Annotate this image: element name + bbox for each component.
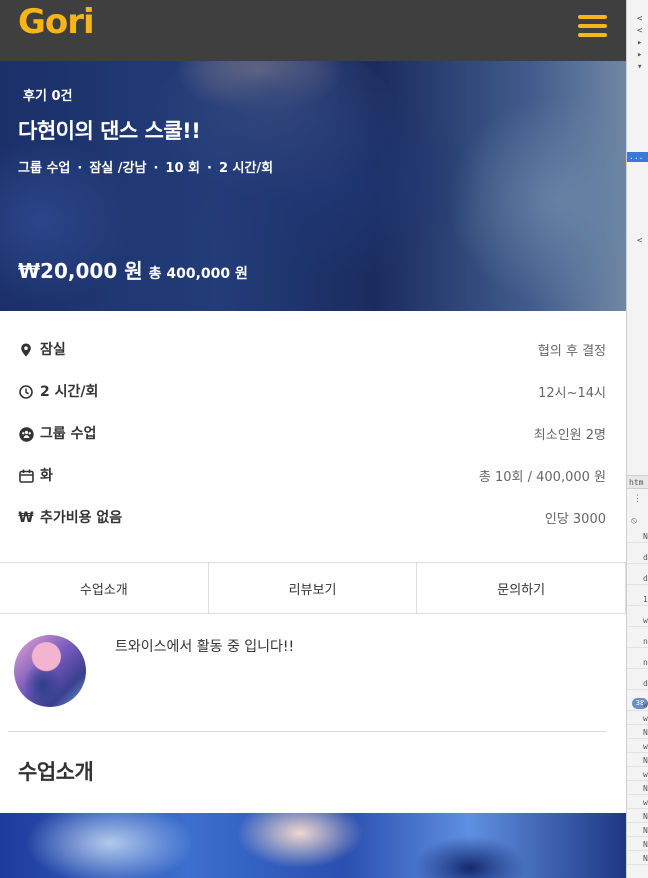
console-line: w — [627, 713, 648, 725]
logo[interactable]: Gori — [18, 2, 95, 42]
info-label: 2 시간/회 — [40, 384, 99, 400]
console-line: w — [627, 769, 648, 781]
info-value: 인당 3000 — [544, 512, 606, 527]
teacher-profile: 트와이스에서 활동 중 입니다!! — [0, 614, 626, 732]
group-icon — [18, 426, 34, 442]
info-value: 총 10회 / 400,000 원 — [478, 470, 606, 485]
console-line: w — [627, 615, 648, 627]
console-line: N — [627, 825, 648, 837]
price-total: 총 400,000 원 — [148, 266, 248, 282]
console-line: N — [627, 839, 648, 851]
console-line: w — [627, 699, 648, 711]
class-type: 그룹 수업 — [18, 161, 71, 176]
class-info-list: 잠실 협의 후 결정 2 시간/회 12시~14시 그룹 수업 최소인원 2명 … — [0, 311, 626, 562]
section-title: 수업소개 — [18, 760, 94, 784]
console-line: n — [627, 636, 648, 648]
info-value: 협의 후 결정 — [537, 344, 606, 359]
info-label: 화 — [40, 468, 53, 484]
console-line: N — [627, 811, 648, 823]
tab-reviews[interactable]: 리뷰보기 — [209, 563, 418, 613]
class-intro-photo — [0, 813, 626, 878]
hamburger-menu-button[interactable] — [578, 15, 607, 39]
console-line: N — [627, 755, 648, 767]
won-icon: ₩ — [18, 510, 34, 526]
clock-icon — [18, 384, 34, 400]
info-value: 12시~14시 — [538, 386, 606, 401]
console-line: d — [627, 678, 648, 690]
mobile-page: Gori 후기 0건 다현이의 댄스 스쿨!! 그룹 수업 · 잠실 /강남 · 10 … — [0, 0, 626, 878]
teacher-description: 트와이스에서 활동 중 입니다!! — [115, 639, 295, 655]
class-title: 다현이의 댄스 스쿨!! — [18, 119, 201, 143]
location-pin-icon — [18, 342, 34, 358]
class-sessions: 10 회 — [165, 161, 200, 176]
info-value: 최소인원 2명 — [533, 428, 606, 443]
console-line: d — [627, 552, 648, 564]
devtools-selected-node[interactable]: ... — [627, 152, 648, 162]
tab-class-intro[interactable]: 수업소개 — [0, 563, 209, 613]
clear-console-icon[interactable]: ⦸ — [631, 516, 637, 526]
class-location: 잠실 /강남 — [89, 161, 147, 176]
review-count[interactable]: 후기 0건 — [23, 85, 72, 104]
info-label: 그룹 수업 — [40, 426, 97, 442]
hamburger-icon — [578, 15, 607, 19]
console-line: N — [627, 853, 648, 865]
console-line: w — [627, 797, 648, 809]
devtools-panel: < < ▸ ▸ ▾ ... < htm ⋮ ⦸ 38 Ndd1wnndwwNwN… — [626, 0, 648, 878]
console-line: N — [627, 531, 648, 543]
divider — [8, 731, 606, 732]
class-duration: 2 시간/회 — [218, 161, 274, 176]
tab-inquiry[interactable]: 문의하기 — [417, 563, 626, 613]
detail-tabs: 수업소개 리뷰보기 문의하기 — [0, 562, 626, 614]
price-per-session: ₩20,000 원 — [18, 259, 143, 283]
console-line: d — [627, 573, 648, 585]
info-row-duration: 2 시간/회 12시~14시 — [0, 372, 626, 414]
kebab-icon[interactable]: ⋮ — [633, 494, 642, 504]
calendar-icon — [18, 468, 34, 484]
console-line: 1 — [627, 594, 648, 606]
info-label: 잠실 — [40, 342, 66, 358]
class-hero-banner: 후기 0건 다현이의 댄스 스쿨!! 그룹 수업 · 잠실 /강남 · 10 회 · 2 시… — [0, 61, 626, 311]
console-line: w — [627, 741, 648, 753]
console-line: N — [627, 727, 648, 739]
class-meta: 그룹 수업 · 잠실 /강남 · 10 회 · 2 시간/회 — [18, 161, 274, 176]
info-row-location: 잠실 협의 후 결정 — [0, 330, 626, 372]
devtools-panel-tab[interactable]: htm — [627, 475, 648, 489]
top-navbar: Gori — [0, 0, 626, 61]
info-label: 추가비용 없음 — [40, 510, 123, 526]
info-row-extra-cost: ₩ 추가비용 없음 인당 3000 — [0, 498, 626, 540]
avatar[interactable] — [14, 635, 86, 707]
console-line: N — [627, 783, 648, 795]
info-row-schedule: 화 총 10회 / 400,000 원 — [0, 456, 626, 498]
info-row-group: 그룹 수업 최소인원 2명 — [0, 414, 626, 456]
console-line: n — [627, 657, 648, 669]
price-row: ₩20,000 원 총 400,000 원 — [18, 255, 248, 284]
